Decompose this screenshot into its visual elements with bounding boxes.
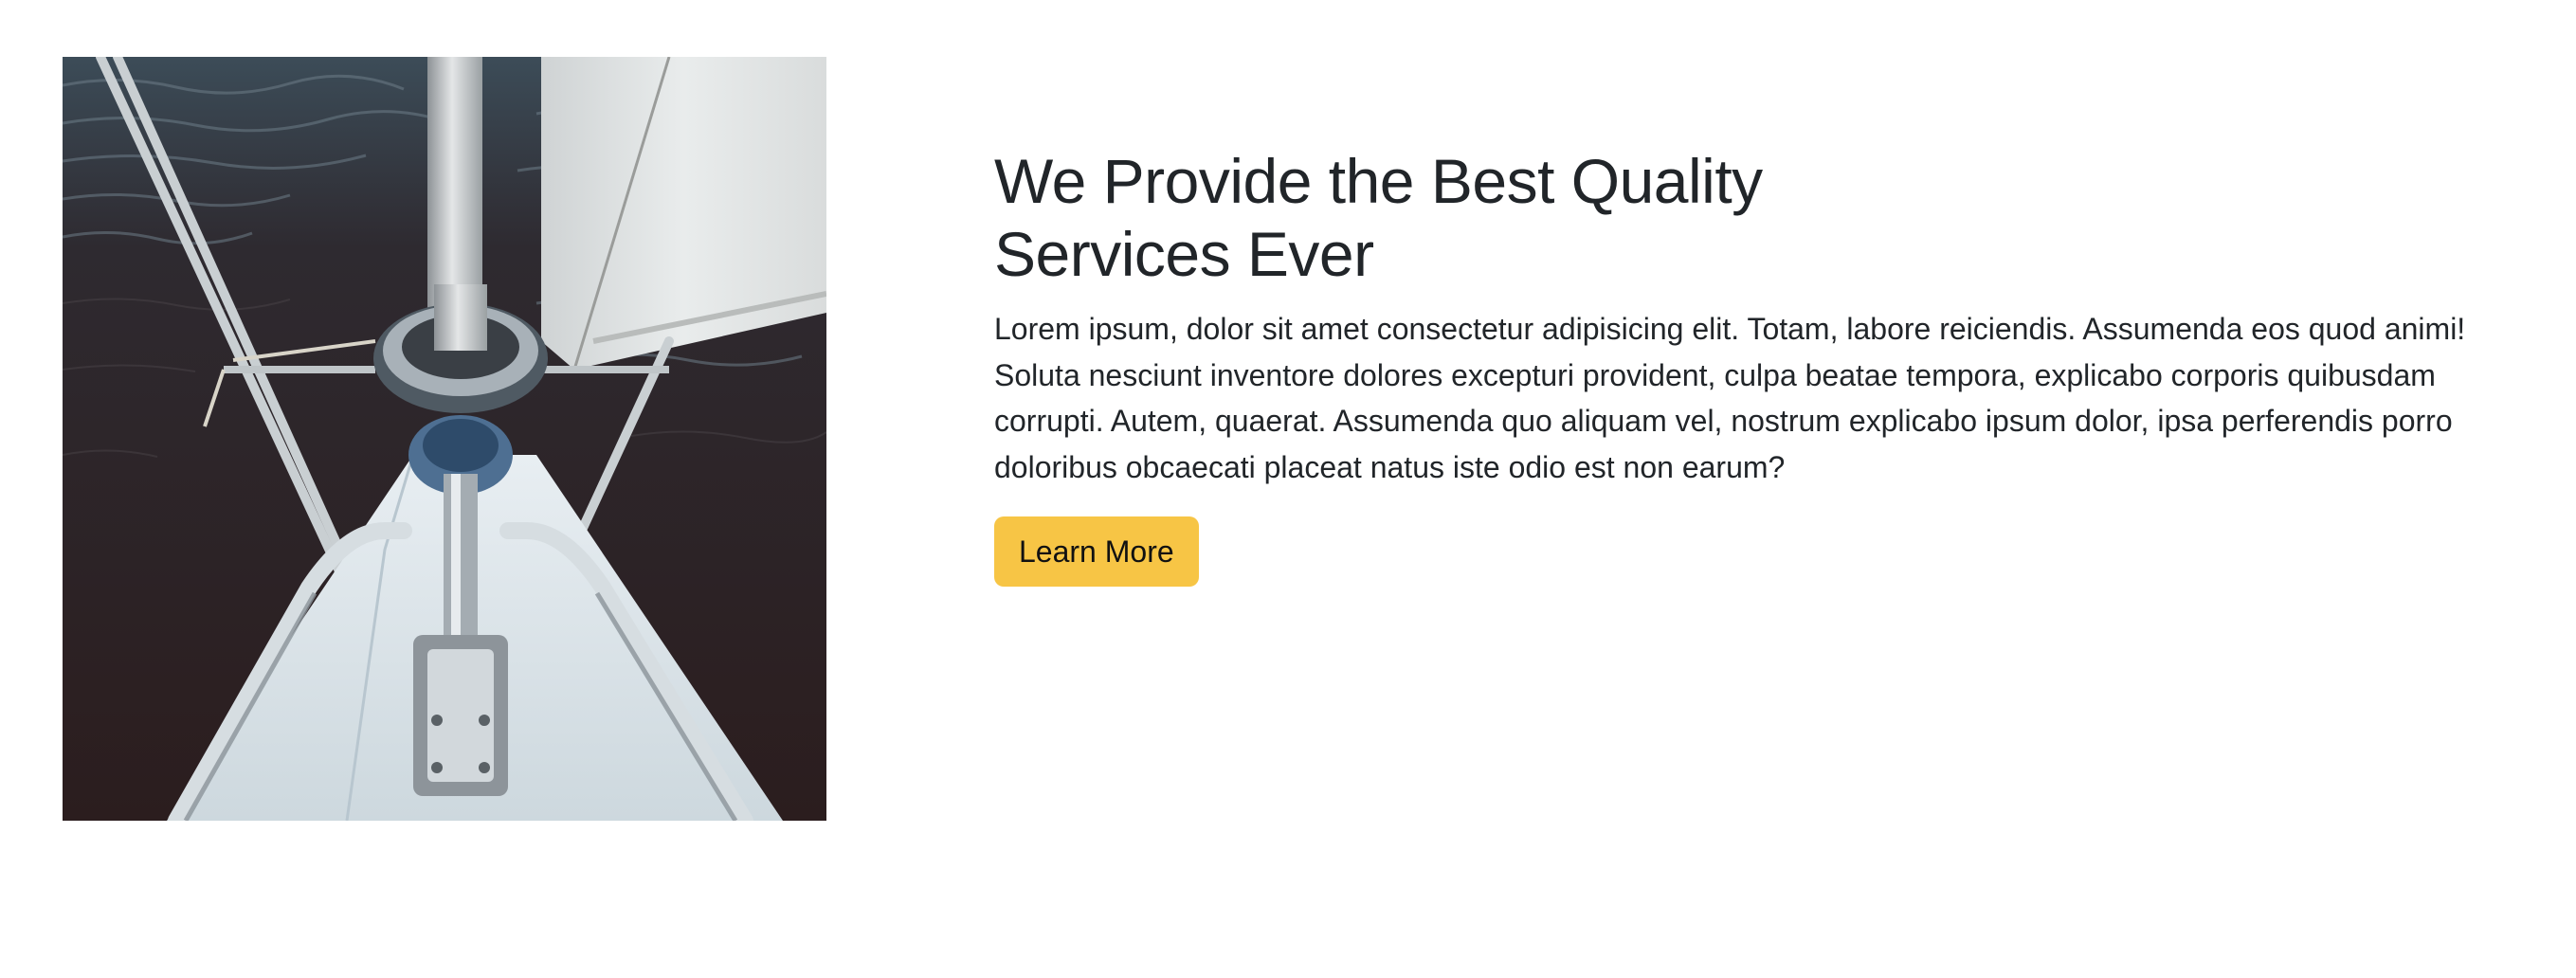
learn-more-button[interactable]: Learn More <box>994 516 1199 587</box>
feature-description: Lorem ipsum, dolor sit amet consectetur … <box>994 312 2466 484</box>
feature-image <box>63 57 826 821</box>
feature-section: We Provide the Best Quality Services Eve… <box>0 0 2576 978</box>
feature-content: We Provide the Best Quality Services Eve… <box>994 145 2473 587</box>
feature-heading: We Provide the Best Quality Services Eve… <box>994 146 1763 289</box>
